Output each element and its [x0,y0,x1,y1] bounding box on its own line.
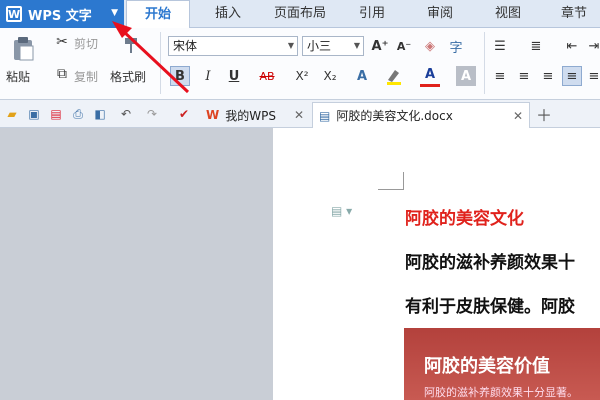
save-icon[interactable]: ▣ [26,106,42,122]
copy-label[interactable]: 复制 [74,68,98,85]
close-icon[interactable]: ✕ [294,108,304,122]
clear-format-icon[interactable]: ◈ [420,36,440,56]
font-family-value: 宋体 [173,39,198,53]
ribbon-home: 粘贴 ✂ 剪切 ⧉ 复制 格式刷 宋体 ▼ 小三 ▼ A⁺ A⁻ ◈ 字 B I… [0,28,600,100]
print-preview-icon[interactable]: ◧ [92,106,108,122]
highlight-icon[interactable] [384,66,404,86]
embedded-image[interactable]: 阿胶的美容价值 阿胶的滋补养颜效果十分显著。 [404,328,600,400]
chevron-down-icon: ▼ [353,41,360,50]
tab-chapter[interactable]: 章节 [548,0,600,28]
tab-page-layout[interactable]: 页面布局 [262,0,338,28]
align-center-icon[interactable]: ≡ [514,66,534,86]
italic-button[interactable]: I [198,66,218,86]
document-line[interactable]: 阿胶的滋补养颜效果十 [405,248,575,273]
increase-indent-icon[interactable]: ⇥ [584,36,600,56]
scissors-icon[interactable]: ✂ [54,34,70,50]
redo-icon[interactable]: ↷ [144,106,160,122]
numbered-list-icon[interactable]: ≣ [526,36,546,56]
wps-logo-icon: W [6,6,22,22]
print-icon[interactable]: ⎙ [70,106,86,122]
doc-tab-label: 我的WPS [225,108,276,123]
customize-toolbar-icon[interactable]: ✔ [176,106,192,122]
cut-label[interactable]: 剪切 [74,35,98,52]
font-size-select[interactable]: 小三 ▼ [302,36,364,56]
quick-access-bar: ▰ ▣ ▤ ⎙ ◧ ↶ ↷ ✔ W 我的WPS ✕ ▤ 阿胶的美容文化.docx… [0,100,600,128]
copy-icon[interactable]: ⧉ [54,66,70,82]
format-painter-label[interactable]: 格式刷 [110,68,146,85]
new-tab-icon[interactable]: ＋ [536,106,552,125]
wps-brand-icon: W [206,108,220,122]
tab-home[interactable]: 开始 [126,0,190,29]
doc-tab-active[interactable]: ▤ 阿胶的美容文化.docx ✕ [312,102,530,128]
font-size-value: 小三 [307,39,332,53]
grow-font-button[interactable]: A⁺ [370,36,390,56]
justify-icon[interactable]: ≡ [562,66,582,86]
strikethrough-button[interactable]: AB [254,66,280,86]
subscript-button[interactable]: X₂ [320,66,340,86]
text-effect-icon[interactable]: A [352,66,372,86]
underline-button[interactable]: U [224,66,244,86]
paste-icon[interactable] [8,34,38,64]
font-color-glyph: A [424,66,436,82]
tab-review[interactable]: 审阅 [414,0,466,28]
tab-references[interactable]: 引用 [346,0,398,28]
doc-tab-my-wps[interactable]: W 我的WPS ✕ [200,102,310,128]
char-shading-icon[interactable]: A [456,66,476,86]
phonetic-guide-icon[interactable]: 字 [446,36,466,56]
font-family-select[interactable]: 宋体 ▼ [168,36,298,56]
bold-button[interactable]: B [170,66,190,86]
document-canvas[interactable]: ▤ ▾ 阿胶的美容文化 阿胶的滋补养颜效果十 有利于皮肤保健。阿胶 阿胶的美容价… [0,128,600,400]
image-caption-sub: 阿胶的滋补养颜效果十分显著。 [424,386,578,399]
shrink-font-button[interactable]: A⁻ [394,36,414,56]
document-heading[interactable]: 阿胶的美容文化 [405,204,524,229]
decrease-indent-icon[interactable]: ⇤ [562,36,582,56]
image-caption-title: 阿胶的美容价值 [424,356,550,377]
group-divider [484,32,485,94]
font-color-button[interactable]: A [420,64,440,84]
document-icon: ▤ [319,108,331,123]
distribute-icon[interactable]: ≡ [584,66,600,86]
chevron-down-icon: ▼ [287,41,294,50]
tab-view[interactable]: 视图 [482,0,534,28]
margin-corner-mark [378,172,404,190]
group-divider [160,32,161,94]
close-icon[interactable]: ✕ [513,109,523,123]
bullet-list-icon[interactable]: ☰ [490,36,510,56]
export-pdf-icon[interactable]: ▤ [48,106,64,122]
paragraph-handle-icon[interactable]: ▤ ▾ [331,204,352,218]
app-menu-button[interactable]: W WPS 文字 ▼ [0,0,124,28]
align-left-icon[interactable]: ≡ [490,66,510,86]
doc-tab-label: 阿胶的美容文化.docx [336,109,453,123]
document-page[interactable]: ▤ ▾ 阿胶的美容文化 阿胶的滋补养颜效果十 有利于皮肤保健。阿胶 阿胶的美容价… [273,128,600,400]
open-folder-icon[interactable]: ▰ [4,106,20,122]
superscript-button[interactable]: X² [292,66,312,86]
undo-icon[interactable]: ↶ [118,106,134,122]
ribbon-tab-bar: W WPS 文字 ▼ 开始 插入 页面布局 引用 审阅 视图 章节 [0,0,600,29]
document-line[interactable]: 有利于皮肤保健。阿胶 [405,292,575,317]
format-painter-icon[interactable] [120,34,142,56]
app-name: WPS 文字 [28,8,92,24]
align-right-icon[interactable]: ≡ [538,66,558,86]
font-color-swatch [420,84,440,87]
tab-insert[interactable]: 插入 [200,0,256,28]
paste-label[interactable]: 粘贴 [6,68,30,85]
chevron-down-icon: ▼ [111,8,118,18]
